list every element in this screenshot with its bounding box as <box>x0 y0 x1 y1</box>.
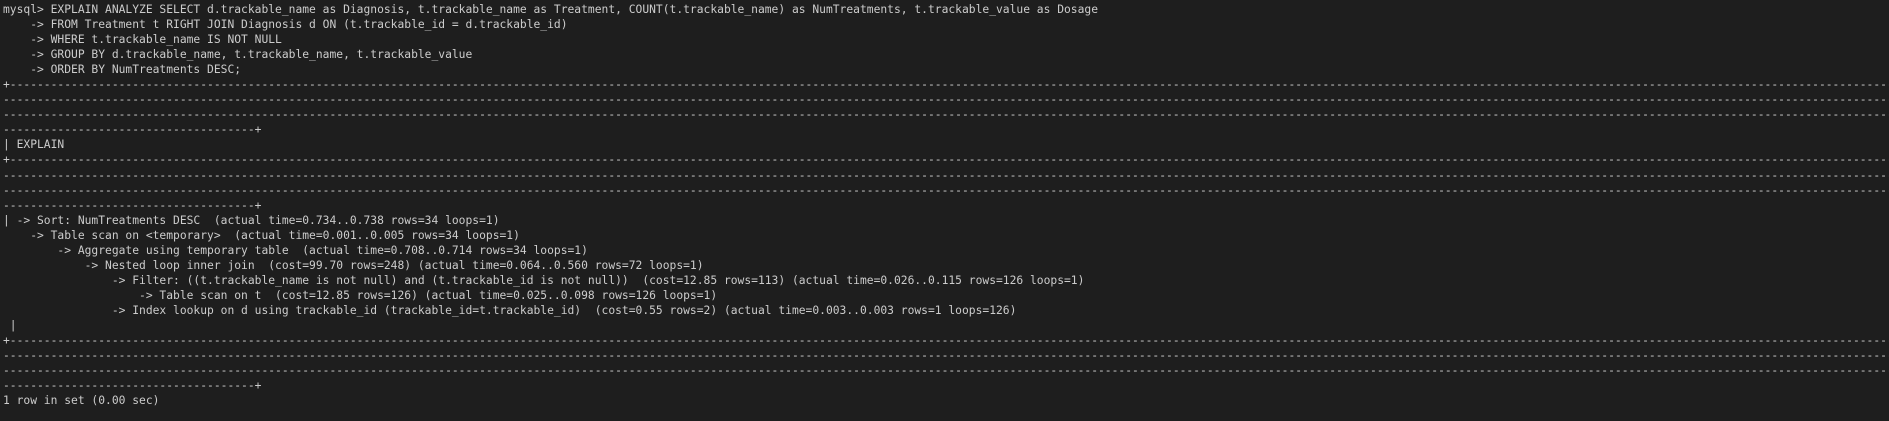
table-border-line: -------------------------------------+ <box>3 123 262 137</box>
table-border-line: ----------------------------------------… <box>3 349 1889 363</box>
table-border-line: -------------------------------------+ <box>3 379 262 393</box>
explain-output-line: -> Table scan on <temporary> (actual tim… <box>3 228 520 242</box>
explain-output-line: | -> Sort: NumTreatments DESC (actual ti… <box>3 213 500 227</box>
sql-continuation-line: -> ORDER BY NumTreatments DESC; <box>3 63 242 77</box>
sql-prompt-line: mysql> EXPLAIN ANALYZE SELECT d.trackabl… <box>3 3 1099 16</box>
table-border-line: ----------------------------------------… <box>3 364 1889 378</box>
table-border-line: ----------------------------------------… <box>3 183 1889 197</box>
result-status-line: 1 row in set (0.00 sec) <box>3 394 160 408</box>
table-cell-end-line: | <box>3 318 17 332</box>
table-border-line: +---------------------------------------… <box>3 334 1889 348</box>
table-border-line: ----------------------------------------… <box>3 93 1889 107</box>
table-border-line: +---------------------------------------… <box>3 78 1889 92</box>
sql-continuation-line: -> GROUP BY d.trackable_name, t.trackabl… <box>3 48 473 62</box>
table-border-line: ----------------------------------------… <box>3 168 1889 182</box>
table-border-line: +---------------------------------------… <box>3 153 1889 167</box>
sql-continuation-line: -> FROM Treatment t RIGHT JOIN Diagnosis… <box>3 18 568 32</box>
table-border-line: ----------------------------------------… <box>3 108 1889 122</box>
terminal-window[interactable]: mysql> EXPLAIN ANALYZE SELECT d.trackabl… <box>0 0 1889 421</box>
explain-output-line: -> Index lookup on d using trackable_id … <box>3 303 1017 317</box>
explain-output-line: -> Aggregate using temporary table (actu… <box>3 243 588 257</box>
explain-output-line: -> Filter: ((t.trackable_name is not nul… <box>3 273 1085 287</box>
explain-output-line: -> Table scan on t (cost=12.85 rows=126)… <box>3 288 718 302</box>
table-border-line: -------------------------------------+ <box>3 198 262 212</box>
table-header-line: | EXPLAIN <box>3 138 65 152</box>
sql-continuation-line: -> WHERE t.trackable_name IS NOT NULL <box>3 33 282 47</box>
explain-output-line: -> Nested loop inner join (cost=99.70 ro… <box>3 258 704 272</box>
